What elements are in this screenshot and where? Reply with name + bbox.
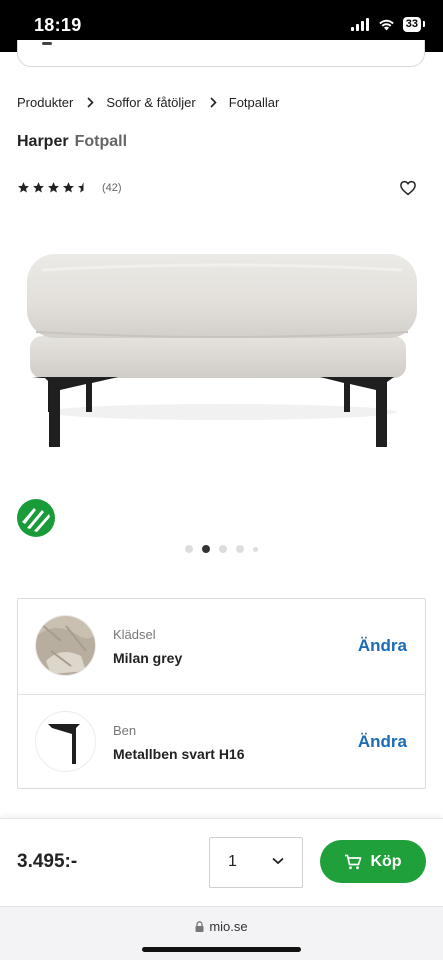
url-text: mio.se	[209, 919, 248, 934]
option-label: Ben	[113, 723, 137, 738]
fabric-swatch-image	[35, 615, 96, 676]
search-input[interactable]	[17, 40, 425, 67]
buy-button-label: Köp	[370, 852, 402, 870]
carousel-dot[interactable]	[185, 545, 193, 553]
carousel-dot[interactable]	[253, 546, 258, 552]
product-options: Klädsel Milan grey Ändra Ben Metallben s…	[17, 598, 426, 789]
chevron-right-icon	[87, 97, 95, 108]
option-value: Metallben svart H16	[113, 746, 245, 762]
carousel-dot[interactable]	[219, 545, 227, 553]
chevron-right-icon	[210, 97, 217, 108]
star-rating	[17, 181, 90, 194]
home-indicator	[142, 947, 301, 952]
option-row-upholstery[interactable]: Klädsel Milan grey Ändra	[18, 599, 425, 694]
price: 3.495:-	[17, 851, 78, 872]
option-row-legs[interactable]: Ben Metallben svart H16 Ändra	[18, 694, 425, 789]
chevron-down-icon	[272, 857, 284, 865]
breadcrumb-item-soffor[interactable]: Soffor & fåtöljer	[106, 95, 195, 110]
rating[interactable]: (42)	[17, 181, 122, 194]
product-name: Harper	[17, 133, 69, 150]
cellular-signal-icon	[350, 18, 369, 31]
lock-icon	[195, 921, 204, 932]
breadcrumb-item-produkter[interactable]: Produkter	[17, 95, 73, 110]
nordic-swan-ecolabel-icon	[17, 499, 55, 537]
buy-button[interactable]: Köp	[320, 840, 426, 883]
browser-address-bar: mio.se	[0, 906, 443, 960]
quantity-value: 1	[228, 853, 237, 870]
product-category: Fotpall	[74, 133, 128, 150]
change-legs-button[interactable]: Ändra	[358, 732, 407, 752]
option-value: Milan grey	[113, 650, 183, 666]
rating-count: (42)	[102, 181, 122, 194]
url-field[interactable]: mio.se	[0, 919, 443, 934]
star-icon	[48, 182, 59, 193]
status-icons: 33	[350, 17, 426, 32]
page-title: Harper Fotpall	[17, 133, 127, 151]
carousel-dot[interactable]	[236, 545, 244, 553]
star-icon	[33, 182, 44, 193]
option-label: Klädsel	[113, 627, 156, 642]
battery-icon: 33	[402, 17, 426, 32]
half-star-icon	[78, 182, 84, 193]
status-time: 18:19	[34, 15, 82, 35]
product-image[interactable]	[22, 240, 422, 460]
quantity-select[interactable]: 1	[209, 837, 303, 888]
change-upholstery-button[interactable]: Ändra	[358, 636, 407, 656]
carousel-dot-active[interactable]	[202, 545, 210, 553]
search-icon	[42, 42, 52, 45]
leg-image	[35, 711, 96, 772]
purchase-bar: 3.495:- 1 Köp	[0, 818, 443, 906]
wifi-icon	[378, 19, 394, 31]
breadcrumb-item-fotpallar[interactable]: Fotpallar	[229, 95, 280, 110]
cart-icon	[345, 854, 362, 869]
carousel-pagination	[0, 545, 443, 553]
breadcrumb: Produkter Soffor & fåtöljer Fotpallar	[17, 95, 279, 110]
star-icon	[63, 182, 74, 193]
star-icon	[18, 182, 29, 193]
heart-icon[interactable]	[399, 179, 417, 197]
